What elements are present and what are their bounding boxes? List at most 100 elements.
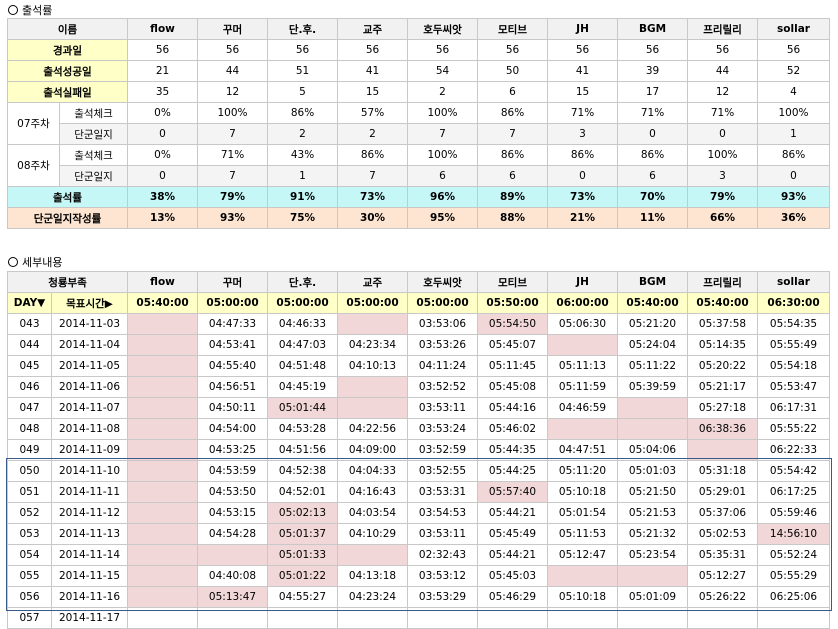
table-cell[interactable]: 56 xyxy=(127,39,199,61)
table-cell[interactable]: 95% xyxy=(407,207,479,229)
time-cell[interactable]: 03:52:59 xyxy=(407,439,479,461)
day-cell[interactable]: 055 xyxy=(7,565,52,587)
table-cell[interactable]: 56 xyxy=(337,39,409,61)
time-cell[interactable] xyxy=(617,397,689,419)
table-cell[interactable]: 79% xyxy=(197,186,269,208)
time-cell[interactable]: 04:11:24 xyxy=(407,355,479,377)
time-cell[interactable]: 05:45:07 xyxy=(477,334,549,356)
member-header-cell[interactable]: flow xyxy=(127,271,199,293)
time-cell[interactable]: 03:53:12 xyxy=(407,565,479,587)
member-header-cell[interactable]: BGM xyxy=(617,271,689,293)
table-cell[interactable]: 73% xyxy=(337,186,409,208)
time-cell[interactable]: 03:53:11 xyxy=(407,523,479,545)
time-cell[interactable]: 03:52:55 xyxy=(407,460,479,482)
date-cell[interactable]: 2014-11-03 xyxy=(50,313,129,335)
time-cell[interactable]: 03:52:52 xyxy=(407,376,479,398)
row-label[interactable]: 단군일지 xyxy=(58,123,129,145)
table-cell[interactable]: 51 xyxy=(267,60,339,82)
time-cell[interactable] xyxy=(337,376,409,398)
target-label-cell[interactable]: 목표시간▶ xyxy=(50,292,129,314)
time-cell[interactable]: 06:17:31 xyxy=(757,397,831,419)
week-label[interactable]: 08주차 xyxy=(7,144,60,187)
table-cell[interactable]: 86% xyxy=(477,102,549,124)
date-cell[interactable]: 2014-11-12 xyxy=(50,502,129,524)
table-cell[interactable]: 15 xyxy=(547,81,619,103)
table-cell[interactable]: 71% xyxy=(687,102,759,124)
time-cell[interactable]: 04:51:48 xyxy=(267,355,339,377)
time-cell[interactable]: 05:11:22 xyxy=(617,355,689,377)
time-cell[interactable] xyxy=(547,334,619,356)
day-cell[interactable]: 044 xyxy=(7,334,52,356)
time-cell[interactable]: 05:44:16 xyxy=(477,397,549,419)
table-cell[interactable]: 71% xyxy=(547,102,619,124)
table-cell[interactable]: 56 xyxy=(547,39,619,61)
header-cell[interactable]: 이름 xyxy=(6,18,129,40)
date-cell[interactable]: 2014-11-13 xyxy=(50,523,129,545)
table-cell[interactable]: 2 xyxy=(267,123,339,145)
table-cell[interactable]: 30% xyxy=(337,207,409,229)
time-cell[interactable]: 14:56:10 xyxy=(757,523,831,545)
table-cell[interactable]: 7 xyxy=(407,123,479,145)
table-cell[interactable]: 36% xyxy=(757,207,831,229)
time-cell[interactable] xyxy=(127,397,199,419)
time-cell[interactable] xyxy=(617,607,689,629)
table-cell[interactable]: 96% xyxy=(407,186,479,208)
time-cell[interactable] xyxy=(337,544,409,566)
member-header-cell[interactable]: 프리릴리 xyxy=(687,18,759,40)
table-cell[interactable]: 71% xyxy=(197,144,269,166)
time-cell[interactable]: 05:54:42 xyxy=(757,460,831,482)
time-cell[interactable] xyxy=(337,313,409,335)
time-cell[interactable] xyxy=(197,544,269,566)
table-cell[interactable]: 4 xyxy=(757,81,831,103)
time-cell[interactable] xyxy=(547,418,619,440)
table-cell[interactable]: 2 xyxy=(337,123,409,145)
time-cell[interactable]: 03:53:11 xyxy=(407,397,479,419)
table-cell[interactable]: 86% xyxy=(337,144,409,166)
time-cell[interactable]: 04:55:27 xyxy=(267,586,339,608)
day-cell[interactable]: 057 xyxy=(7,607,52,629)
time-cell[interactable]: 04:53:59 xyxy=(197,460,269,482)
member-header-cell[interactable]: 호두씨앗 xyxy=(407,271,479,293)
table-cell[interactable]: 0% xyxy=(127,144,199,166)
time-cell[interactable]: 06:17:25 xyxy=(757,481,831,503)
member-header-cell[interactable]: 교주 xyxy=(337,18,409,40)
day-cell[interactable]: 056 xyxy=(7,586,52,608)
time-cell[interactable] xyxy=(127,523,199,545)
member-header-cell[interactable]: 모티브 xyxy=(477,271,549,293)
time-cell[interactable]: 05:44:21 xyxy=(477,544,549,566)
member-header-cell[interactable]: flow xyxy=(127,18,199,40)
date-cell[interactable]: 2014-11-10 xyxy=(50,460,129,482)
table-cell[interactable]: 41 xyxy=(337,60,409,82)
time-cell[interactable] xyxy=(127,544,199,566)
time-cell[interactable]: 04:10:29 xyxy=(337,523,409,545)
time-cell[interactable]: 04:47:33 xyxy=(197,313,269,335)
table-cell[interactable]: 0 xyxy=(127,165,199,187)
time-cell[interactable]: 05:27:18 xyxy=(687,397,759,419)
time-cell[interactable]: 03:53:06 xyxy=(407,313,479,335)
time-cell[interactable] xyxy=(127,586,199,608)
day-cell[interactable]: 050 xyxy=(7,460,52,482)
time-cell[interactable] xyxy=(407,607,479,629)
member-header-cell[interactable]: 모티브 xyxy=(477,18,549,40)
time-cell[interactable]: 05:26:22 xyxy=(687,586,759,608)
day-cell[interactable]: 048 xyxy=(7,418,52,440)
time-cell[interactable]: 05:01:44 xyxy=(267,397,339,419)
time-cell[interactable]: 05:01:33 xyxy=(267,544,339,566)
header-cell[interactable]: 청룡부족 xyxy=(6,271,129,293)
time-cell[interactable]: 04:23:34 xyxy=(337,334,409,356)
time-cell[interactable]: 04:47:51 xyxy=(547,439,619,461)
table-cell[interactable]: 100% xyxy=(407,102,479,124)
table-cell[interactable]: 5 xyxy=(267,81,339,103)
time-cell[interactable] xyxy=(547,565,619,587)
member-header-cell[interactable]: 단.후. xyxy=(267,271,339,293)
table-cell[interactable]: 11% xyxy=(617,207,689,229)
time-cell[interactable]: 04:46:33 xyxy=(267,313,339,335)
date-cell[interactable]: 2014-11-14 xyxy=(50,544,129,566)
time-cell[interactable] xyxy=(127,313,199,335)
time-cell[interactable]: 05:10:18 xyxy=(547,481,619,503)
table-cell[interactable]: 79% xyxy=(687,186,759,208)
table-cell[interactable]: 70% xyxy=(617,186,689,208)
time-cell[interactable] xyxy=(617,418,689,440)
time-cell[interactable]: 05:21:20 xyxy=(617,313,689,335)
row-label[interactable]: 출석성공일 xyxy=(6,60,129,82)
